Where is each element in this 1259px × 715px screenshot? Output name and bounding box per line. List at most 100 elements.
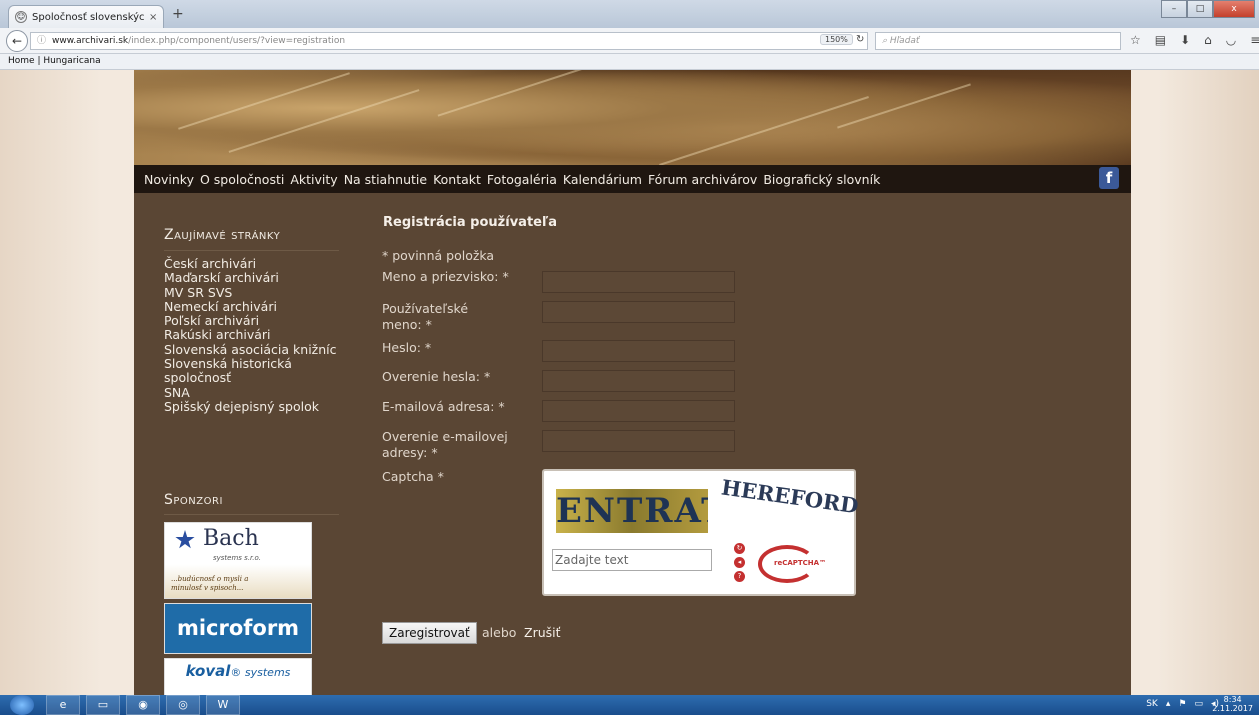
register-button[interactable]: Zaregistrovať [382, 622, 477, 644]
header-banner [134, 70, 1131, 166]
link-nemecki-archivari[interactable]: Nemeckí archivári [164, 299, 354, 314]
sidebar-heading-sponsors: Sponzori [164, 492, 223, 508]
navigation-bar: ← ⓘ www.archivari.sk/index.php/component… [0, 28, 1259, 54]
link-madarski-archivari[interactable]: Maďarskí archivári [164, 270, 354, 285]
facebook-icon[interactable]: f [1099, 167, 1119, 189]
username-field[interactable] [542, 301, 735, 323]
url-domain: www.archivari.sk [52, 36, 129, 46]
address-bar[interactable]: ⓘ www.archivari.sk/index.php/component/u… [30, 32, 868, 50]
tab-title: Spoločnosť slovenských ar... [32, 11, 144, 23]
close-window-button[interactable]: x [1213, 0, 1255, 18]
url-path: /index.php/component/users/?view=registr… [128, 36, 346, 46]
captcha-image-2: HEREFORD [719, 474, 861, 519]
tab-close-icon[interactable]: × [149, 12, 163, 23]
sponsor-bach-logo[interactable]: Bach systems s.r.o. ...budúcnosť o mysli… [164, 522, 312, 599]
maximize-button[interactable]: □ [1187, 0, 1213, 18]
captcha-input[interactable]: Zadajte text [552, 549, 712, 571]
password-field[interactable] [542, 340, 735, 362]
refresh-icon[interactable]: ↻ [734, 543, 745, 554]
new-tab-button[interactable]: + [172, 6, 184, 22]
email-field[interactable] [542, 400, 735, 422]
email-confirm-field[interactable] [542, 430, 735, 452]
interesting-links-list: Českí archivári Maďarskí archivári MV SR… [164, 256, 354, 414]
site-container: Novinky O spoločnosti Aktivity Na stiahn… [134, 70, 1131, 695]
page-viewport: Novinky O spoločnosti Aktivity Na stiahn… [0, 70, 1259, 695]
word-icon[interactable]: W [206, 695, 240, 715]
captcha-label: Captcha * [382, 469, 444, 484]
captcha-image-1: ENTRATA [556, 489, 708, 533]
search-input[interactable]: ⌕ Hľadať [875, 32, 1121, 50]
start-button[interactable] [10, 695, 34, 715]
menu-item-kalendarium[interactable]: Kalendárium [563, 172, 642, 187]
menu-item-aktivity[interactable]: Aktivity [290, 172, 337, 187]
menu-item-o-spolocnosti[interactable]: O spoločnosti [200, 172, 284, 187]
tray-arrow-icon[interactable]: ▴ [1166, 699, 1171, 709]
bookmark-star-icon[interactable]: ☆ [1130, 33, 1141, 47]
sidebar-heading-links: Zaujímavé stránky [164, 227, 281, 243]
help-icon[interactable]: ? [734, 571, 745, 582]
tab-strip: ☺ Spoločnosť slovenských ar... × + – □ x [0, 0, 1259, 28]
page-title: Registrácia používateľa [383, 215, 557, 230]
main-menu: Novinky O spoločnosti Aktivity Na stiahn… [134, 165, 1131, 193]
link-spissky-dejepisny-spolok[interactable]: Spišský dejepisný spolok [164, 399, 354, 414]
window-controls: – □ x [1161, 0, 1255, 18]
password-confirm-field[interactable] [542, 370, 735, 392]
reload-icon[interactable]: ↻ [856, 34, 864, 45]
sponsor-koval-logo[interactable]: koval® systems [164, 658, 312, 695]
password-confirm-label: Overenie hesla: * [382, 369, 491, 384]
menu-item-biograficky-slovnik[interactable]: Biografický slovník [763, 172, 880, 187]
explorer-icon[interactable]: ▭ [86, 695, 120, 715]
audio-icon[interactable]: ◂ [734, 557, 745, 568]
sponsor-microform-logo[interactable]: microform [164, 603, 312, 654]
password-label: Heslo: * [382, 340, 432, 355]
firefox-icon[interactable]: ◉ [126, 695, 160, 715]
email-confirm-label: Overenie e-mailovej adresy: * [382, 429, 508, 460]
bookmark-hungaricana[interactable]: Home | Hungaricana [8, 56, 101, 66]
or-text: alebo [482, 625, 517, 640]
link-slovenska-historicka-spolocnost[interactable]: Slovenská historická spoločnosť [164, 357, 314, 386]
info-icon[interactable]: ⓘ [37, 33, 46, 49]
home-icon[interactable]: ⌂ [1204, 33, 1212, 47]
divider [164, 514, 339, 515]
flag-icon[interactable]: ⚑ [1178, 699, 1186, 709]
menu-item-fotogaleria[interactable]: Fotogaléria [487, 172, 557, 187]
cancel-link[interactable]: Zrušiť [524, 625, 561, 640]
language-indicator[interactable]: SK [1146, 699, 1158, 709]
clock[interactable]: 8:34 2.11.2017 [1212, 695, 1253, 713]
menu-item-forum[interactable]: Fórum archivárov [648, 172, 757, 187]
system-tray: SK ▴ ⚑ ▭ ◂) [1146, 699, 1219, 709]
recaptcha-widget: ENTRATA HEREFORD Zadajte text ↻ ◂ ? reCA… [542, 469, 861, 596]
captcha-controls: ↻ ◂ ? [734, 543, 745, 582]
toolbar-icons: ☆ ▤ ⬇ ⌂ ◡ ≡ [1130, 33, 1259, 47]
ie-icon[interactable]: e [46, 695, 80, 715]
minimize-button[interactable]: – [1161, 0, 1187, 18]
link-slovenska-asociacia-kniznic[interactable]: Slovenská asociácia knižníc [164, 342, 354, 357]
name-label: Meno a priezvisko: * [382, 269, 509, 284]
browser-tab[interactable]: ☺ Spoločnosť slovenských ar... × [8, 5, 164, 28]
network-icon[interactable]: ▭ [1194, 699, 1203, 709]
bookmarks-menu-icon[interactable]: ▤ [1155, 33, 1166, 47]
link-cesky-archivari[interactable]: Českí archivári [164, 256, 354, 271]
email-label: E-mailová adresa: * [382, 399, 505, 414]
link-rakuski-archivari[interactable]: Rakúski archivári [164, 328, 354, 343]
search-placeholder: Hľadať [889, 36, 920, 46]
link-sna[interactable]: SNA [164, 385, 354, 400]
search-icon: ⌕ [882, 36, 890, 46]
bookmarks-bar: Home | Hungaricana [0, 54, 1259, 70]
divider [164, 250, 339, 251]
required-note: * povinná položka [382, 248, 495, 263]
link-polski-archivari[interactable]: Poľskí archivári [164, 313, 354, 328]
menu-item-novinky[interactable]: Novinky [144, 172, 194, 187]
back-button[interactable]: ← [6, 30, 28, 52]
star-icon [175, 530, 195, 549]
menu-item-na-stiahnutie[interactable]: Na stiahnutie [344, 172, 427, 187]
name-field[interactable] [542, 271, 735, 293]
zoom-indicator[interactable]: 150% [820, 34, 853, 45]
chrome-icon[interactable]: ◎ [166, 695, 200, 715]
link-mv-sr-svs[interactable]: MV SR SVS [164, 285, 354, 300]
download-icon[interactable]: ⬇ [1180, 33, 1190, 47]
menu-item-kontakt[interactable]: Kontakt [433, 172, 481, 187]
recaptcha-brand: reCAPTCHA™ [774, 559, 827, 567]
pocket-icon[interactable]: ◡ [1226, 33, 1236, 47]
menu-icon[interactable]: ≡ [1250, 33, 1259, 47]
